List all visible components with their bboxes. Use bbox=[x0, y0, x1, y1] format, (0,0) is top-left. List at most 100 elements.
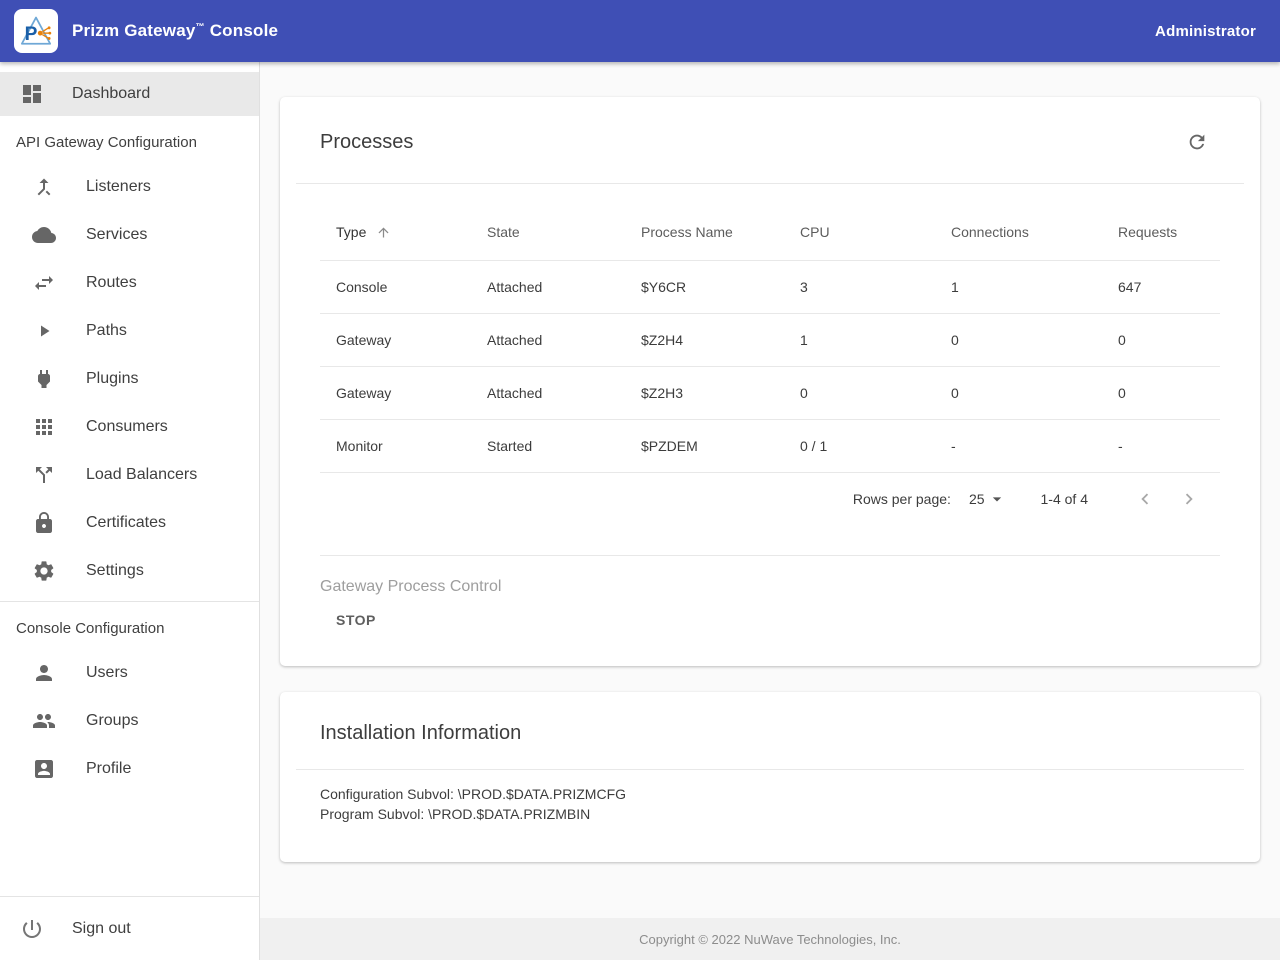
sidebar-item-certificates[interactable]: Certificates bbox=[0, 499, 259, 547]
chevron-right-icon bbox=[1178, 488, 1200, 510]
cell-requests: - bbox=[1102, 419, 1220, 472]
copyright-text: Copyright © 2022 NuWave Technologies, In… bbox=[639, 932, 901, 947]
table-pagination: Rows per page: 25 1-4 of 4 bbox=[280, 473, 1260, 525]
program-subvol: Program Subvol: \PROD.$DATA.PRIZMBIN bbox=[320, 804, 1220, 824]
swap-horiz-icon bbox=[32, 271, 56, 295]
cell-state: Started bbox=[471, 419, 625, 472]
table-row: Monitor Started $PZDEM 0 / 1 - - bbox=[320, 419, 1220, 472]
user-menu[interactable]: Administrator bbox=[1155, 23, 1256, 40]
sidebar-item-services[interactable]: Services bbox=[0, 211, 259, 259]
sidebar: Dashboard API Gateway Configuration List… bbox=[0, 62, 260, 960]
cell-requests: 0 bbox=[1102, 366, 1220, 419]
sidebar-item-label: Settings bbox=[86, 562, 144, 580]
cell-process-name: $Y6CR bbox=[625, 260, 784, 313]
column-header-type[interactable]: Type bbox=[320, 204, 471, 260]
prizm-logo-icon: P bbox=[19, 14, 53, 48]
sidebar-item-label: Consumers bbox=[86, 418, 168, 436]
cell-process-name: $Z2H4 bbox=[625, 313, 784, 366]
sidebar-item-label: Load Balancers bbox=[86, 466, 197, 484]
sidebar-item-label: Profile bbox=[86, 760, 131, 778]
chevron-left-icon bbox=[1134, 488, 1156, 510]
cell-state: Attached bbox=[471, 260, 625, 313]
sidebar-item-settings[interactable]: Settings bbox=[0, 547, 259, 595]
power-icon bbox=[20, 917, 44, 941]
sidebar-item-label: Dashboard bbox=[72, 85, 150, 103]
processes-table: Type State Process Name CPU Connections … bbox=[280, 184, 1260, 473]
table-row: Gateway Attached $Z2H4 1 0 0 bbox=[320, 313, 1220, 366]
cell-process-name: $PZDEM bbox=[625, 419, 784, 472]
column-header-cpu[interactable]: CPU bbox=[784, 204, 935, 260]
dashboard-icon bbox=[20, 82, 44, 106]
section-api-gateway-configuration: API Gateway Configuration bbox=[0, 116, 259, 163]
group-icon bbox=[32, 709, 56, 733]
gateway-process-control-label: Gateway Process Control bbox=[320, 578, 1220, 596]
previous-page-button[interactable] bbox=[1132, 486, 1158, 512]
cell-cpu: 0 / 1 bbox=[784, 419, 935, 472]
sidebar-item-groups[interactable]: Groups bbox=[0, 697, 259, 745]
lock-icon bbox=[32, 511, 56, 535]
sidebar-item-label: Listeners bbox=[86, 178, 151, 196]
rows-per-page-label: Rows per page: bbox=[853, 491, 951, 507]
processes-title: Processes bbox=[320, 131, 413, 154]
section-console-configuration: Console Configuration bbox=[0, 602, 259, 649]
cell-type: Monitor bbox=[320, 419, 471, 472]
sidebar-item-listeners[interactable]: Listeners bbox=[0, 163, 259, 211]
arrow-drop-down-icon bbox=[987, 489, 1007, 509]
sidebar-item-label: Routes bbox=[86, 274, 137, 292]
cell-requests: 647 bbox=[1102, 260, 1220, 313]
footer: Copyright © 2022 NuWave Technologies, In… bbox=[260, 918, 1280, 960]
person-icon bbox=[32, 661, 56, 685]
cell-requests: 0 bbox=[1102, 313, 1220, 366]
sidebar-item-label: Certificates bbox=[86, 514, 166, 532]
cell-cpu: 0 bbox=[784, 366, 935, 419]
gateway-process-control: Gateway Process Control STOP bbox=[280, 556, 1260, 666]
stop-button[interactable]: STOP bbox=[336, 612, 376, 628]
column-header-connections[interactable]: Connections bbox=[935, 204, 1102, 260]
pagination-range: 1-4 of 4 bbox=[1041, 491, 1088, 507]
play-arrow-icon bbox=[32, 319, 56, 343]
table-row: Console Attached $Y6CR 3 1 647 bbox=[320, 260, 1220, 313]
app-bar: P Prizm Gateway™ Console Administrator bbox=[0, 0, 1280, 62]
column-header-state[interactable]: State bbox=[471, 204, 625, 260]
cell-type: Gateway bbox=[320, 313, 471, 366]
next-page-button[interactable] bbox=[1176, 486, 1202, 512]
configuration-subvol: Configuration Subvol: \PROD.$DATA.PRIZMC… bbox=[320, 784, 1220, 804]
cell-cpu: 1 bbox=[784, 313, 935, 366]
sign-out-label: Sign out bbox=[72, 920, 131, 938]
sidebar-item-label: Users bbox=[86, 664, 128, 682]
column-header-requests[interactable]: Requests bbox=[1102, 204, 1220, 260]
cell-process-name: $Z2H3 bbox=[625, 366, 784, 419]
refresh-icon bbox=[1186, 131, 1208, 153]
installation-title: Installation Information bbox=[320, 722, 1220, 745]
sort-ascending-icon bbox=[376, 225, 391, 240]
sidebar-item-routes[interactable]: Routes bbox=[0, 259, 259, 307]
table-row: Gateway Attached $Z2H3 0 0 0 bbox=[320, 366, 1220, 419]
refresh-button[interactable] bbox=[1182, 127, 1212, 157]
svg-text:P: P bbox=[25, 24, 38, 45]
main-content: Processes Type State bbox=[260, 62, 1280, 960]
cloud-icon bbox=[32, 223, 56, 247]
cell-connections: 1 bbox=[935, 260, 1102, 313]
account-box-icon bbox=[32, 757, 56, 781]
gear-icon bbox=[32, 559, 56, 583]
sidebar-item-sign-out[interactable]: Sign out bbox=[0, 896, 259, 960]
sidebar-item-consumers[interactable]: Consumers bbox=[0, 403, 259, 451]
sidebar-item-label: Groups bbox=[86, 712, 138, 730]
plug-icon bbox=[32, 367, 56, 391]
app-title: Prizm Gateway™ Console bbox=[72, 21, 278, 41]
call-split-icon bbox=[32, 463, 56, 487]
sidebar-item-users[interactable]: Users bbox=[0, 649, 259, 697]
sidebar-item-load-balancers[interactable]: Load Balancers bbox=[0, 451, 259, 499]
sidebar-item-label: Plugins bbox=[86, 370, 138, 388]
call-merge-icon bbox=[32, 175, 56, 199]
cell-state: Attached bbox=[471, 313, 625, 366]
sidebar-item-plugins[interactable]: Plugins bbox=[0, 355, 259, 403]
sidebar-item-profile[interactable]: Profile bbox=[0, 745, 259, 793]
cell-type: Console bbox=[320, 260, 471, 313]
cell-state: Attached bbox=[471, 366, 625, 419]
sidebar-item-paths[interactable]: Paths bbox=[0, 307, 259, 355]
column-header-process-name[interactable]: Process Name bbox=[625, 204, 784, 260]
sidebar-item-dashboard[interactable]: Dashboard bbox=[0, 72, 259, 116]
cell-cpu: 3 bbox=[784, 260, 935, 313]
rows-per-page-select[interactable]: 25 bbox=[969, 489, 1007, 509]
